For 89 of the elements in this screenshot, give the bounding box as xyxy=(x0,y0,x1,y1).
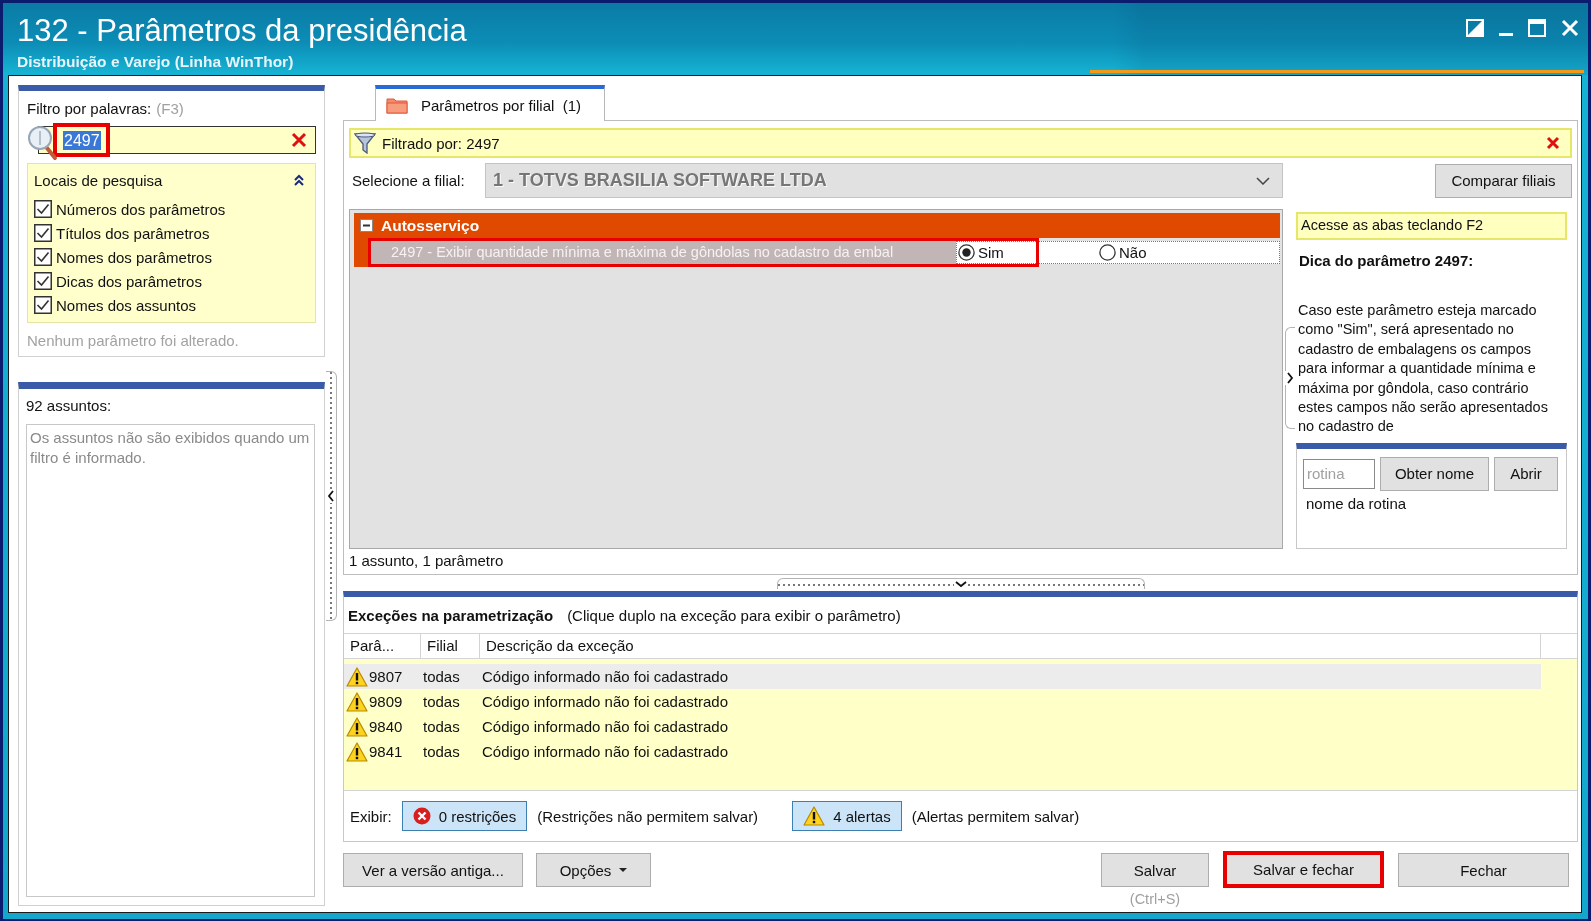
table-row[interactable]: 9807 todas Código informado não foi cadastrado xyxy=(344,664,1541,689)
table-cell: todas xyxy=(423,718,460,735)
hint-box: Acesse as abas teclando F2 xyxy=(1296,212,1567,240)
group-header[interactable]: Autosserviço xyxy=(354,213,1280,238)
shortcut-hint: (Ctrl+S) xyxy=(1129,892,1181,907)
minus-box-icon[interactable] xyxy=(360,219,373,232)
window-subtitle: Distribuição e Varejo (Linha WinThor) xyxy=(17,53,294,71)
table-cell: Código informado não foi cadastrado xyxy=(482,718,728,735)
lookup-button[interactable]: Obter nome xyxy=(1380,456,1489,491)
checkbox[interactable] xyxy=(34,272,52,290)
status-text: Nenhum parâmetro foi alterado. xyxy=(27,332,240,349)
button[interactable]: Fechar xyxy=(1398,853,1569,887)
table-cell: 9809 xyxy=(369,693,403,710)
table-cell: Código informado não foi cadastrado xyxy=(482,743,728,760)
toggle-button[interactable]: 0 restrições xyxy=(401,801,528,831)
table-row[interactable]: 9840 todas Código informado não foi cadastrado xyxy=(344,714,1541,739)
option-label: Sim xyxy=(978,244,1004,261)
tip-text: Caso este parâmetro esteja marcado como "Sim", será apresentado no cadastro de embalagens os campos para informar a quantidade mínima e máxima por gôndola, caso contrário estes campos não serão apresentados no cadastro de xyxy=(1297,301,1549,437)
checkbox-label: Números dos parâmetros xyxy=(56,200,226,218)
warning-icon xyxy=(346,716,368,737)
radio-button[interactable] xyxy=(1099,244,1116,261)
checkbox-label: Títulos dos parâmetros xyxy=(56,224,210,242)
hint-text: (Clique duplo na exceção para exibir o parâmetro) xyxy=(567,606,901,624)
column-header[interactable]: Parâ... xyxy=(344,634,421,658)
maximize-icon[interactable] xyxy=(1528,19,1546,37)
table-cell: 9840 xyxy=(369,718,403,735)
table-cell: 9807 xyxy=(369,668,403,685)
filter-label: Filtro por palavras: xyxy=(27,100,152,118)
table-cell: Código informado não foi cadastrado xyxy=(482,668,728,685)
tab[interactable]: Parâmetros por filial (1) xyxy=(375,85,605,121)
compare-button[interactable]: Comparar filiais xyxy=(1435,163,1572,198)
option-label: Não xyxy=(1119,244,1147,261)
toggle-button[interactable]: 4 alertas xyxy=(792,801,902,831)
section-title: Exceções na parametrização xyxy=(348,606,554,624)
radio-button[interactable] xyxy=(958,244,975,261)
filter-icon xyxy=(354,132,376,154)
routine-name: nome da rotina xyxy=(1305,494,1408,512)
splitter-handle[interactable] xyxy=(326,371,337,621)
warning-icon xyxy=(803,806,826,826)
table-cell: todas xyxy=(423,668,460,685)
section-title: Locais de pesquisa xyxy=(34,171,163,189)
window-title: 132 - Parâmetros da presidência xyxy=(17,14,467,48)
tip-title: Dica do parâmetro 2497: xyxy=(1298,252,1475,269)
table-row[interactable]: 9809 todas Código informado não foi cadastrado xyxy=(344,689,1541,714)
column-header[interactable]: Descrição da exceção xyxy=(480,634,1541,658)
button[interactable]: Salvar e fechar xyxy=(1223,851,1384,888)
routine-field[interactable]: rotina xyxy=(1303,458,1375,489)
button[interactable]: Salvar xyxy=(1101,853,1209,887)
close-icon[interactable] xyxy=(1546,136,1560,150)
warning-icon xyxy=(346,741,368,762)
checkbox-label: Nomes dos parâmetros xyxy=(56,248,212,266)
note-text: (Alertas permitem salvar) xyxy=(911,807,1080,825)
checkbox[interactable] xyxy=(34,224,52,242)
table-cell: 9841 xyxy=(369,743,403,760)
field-label: Selecione a filial: xyxy=(351,172,466,189)
checkbox-label: Dicas dos parâmetros xyxy=(56,272,202,290)
subjects-count: 92 assuntos: xyxy=(26,396,113,416)
filter-text: Filtrado por: 2497 xyxy=(382,134,500,152)
button[interactable]: Ver a versão antiga... xyxy=(343,853,523,887)
search-value: 2497 xyxy=(63,130,101,150)
checkbox[interactable] xyxy=(34,248,52,266)
double-chevron-up-icon[interactable] xyxy=(293,173,305,187)
checkbox-label: Nomes dos assuntos xyxy=(56,296,197,314)
search-icon xyxy=(27,125,58,161)
empty-message: Os assuntos não são exibidos quando um filtro é informado. xyxy=(30,428,311,468)
checkbox[interactable] xyxy=(34,200,52,218)
error-icon xyxy=(412,807,431,825)
splitter-handle[interactable] xyxy=(776,577,1145,589)
folder-icon xyxy=(386,96,408,114)
chevron-right-icon[interactable] xyxy=(1285,371,1295,385)
filter-label: Exibir: xyxy=(350,807,392,825)
open-button[interactable]: Abrir xyxy=(1494,456,1558,491)
shortcut-hint: (F3) xyxy=(156,100,184,118)
menu-button[interactable]: Opções xyxy=(536,853,651,887)
table-row[interactable]: 9841 todas Código informado não foi cadastrado xyxy=(344,739,1541,764)
checkbox[interactable] xyxy=(34,296,52,314)
table-cell: Código informado não foi cadastrado xyxy=(482,693,728,710)
table-cell: todas xyxy=(423,743,460,760)
close-icon[interactable] xyxy=(291,132,307,148)
splitter-handle[interactable] xyxy=(1284,327,1295,429)
table-cell: todas xyxy=(423,693,460,710)
column-header[interactable]: Filial xyxy=(421,634,480,658)
summary-text: 1 assunto, 1 parâmetro xyxy=(349,551,505,571)
search-field[interactable]: 2497 xyxy=(38,126,316,154)
note-text: (Restrições não permitem salvar) xyxy=(537,807,759,825)
caret-icon xyxy=(619,868,628,872)
half-square-icon[interactable] xyxy=(1466,19,1484,37)
warning-icon xyxy=(346,666,368,687)
warning-icon xyxy=(346,691,368,712)
